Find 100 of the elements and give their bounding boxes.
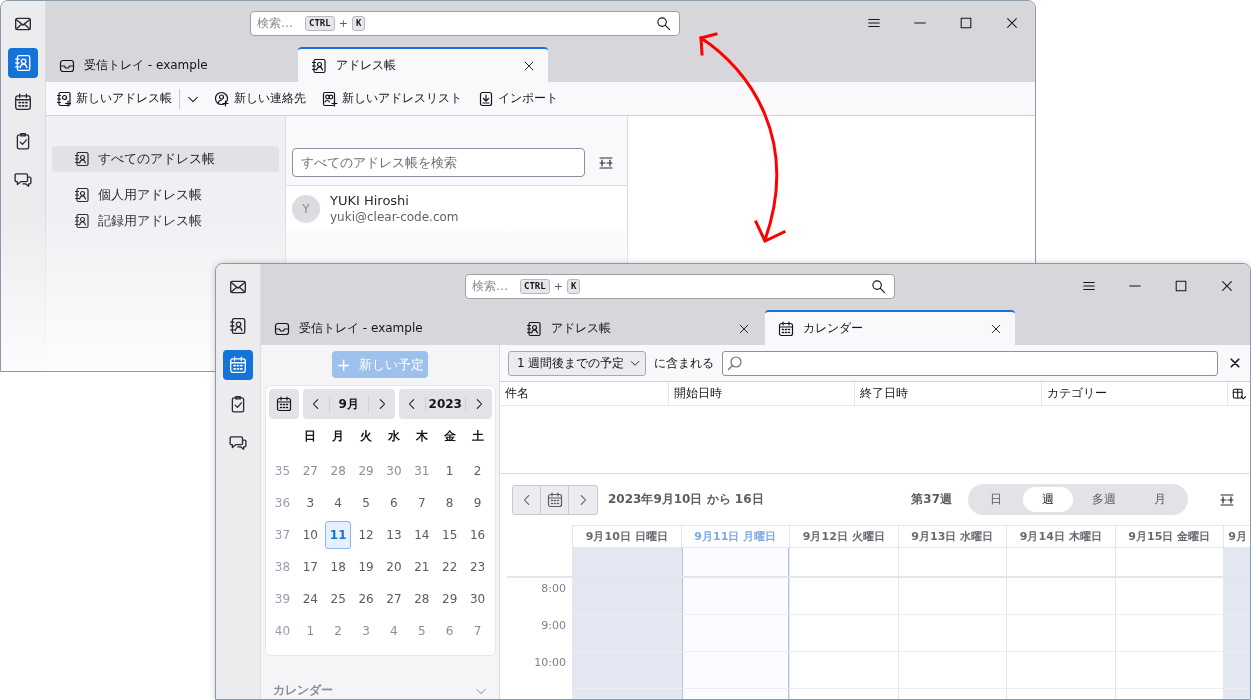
calendar-day[interactable]: 6 [381, 489, 407, 517]
day-header[interactable]: 9月14日 木曜日 [1007, 525, 1115, 547]
calendar-day[interactable]: 16 [464, 521, 491, 549]
keyboard-key: CTRL [520, 278, 550, 294]
contact-name: YUKI Hiroshi [330, 193, 410, 208]
address-book-icon [74, 187, 90, 203]
toolbar-button[interactable]: 新しい連絡先 [212, 85, 312, 112]
day-header[interactable]: 9月 [1224, 525, 1250, 547]
calendar-icon [14, 93, 32, 111]
contact-card[interactable]: Y YUKI Hiroshi yuki@clear-code.com [286, 186, 627, 231]
calendar-day[interactable]: 30 [464, 585, 491, 613]
filter-dropdown[interactable]: 1 週間後までの予定 [508, 350, 647, 376]
sliders-icon [598, 154, 614, 171]
plus-sign: + [553, 279, 563, 293]
calendar-day[interactable]: 10 [297, 521, 324, 549]
maximize-icon [959, 16, 973, 30]
calendar-day[interactable]: 20 [381, 553, 407, 581]
tab[interactable]: アドレス帳 [513, 310, 763, 345]
day-header[interactable]: 9月12日 火曜日 [790, 525, 898, 547]
time-label: 9:00 [541, 619, 566, 632]
calendar-day[interactable]: 9 [464, 489, 491, 517]
calendar-day[interactable]: 1 [436, 457, 463, 485]
address-book-icon [526, 320, 542, 337]
envelope-icon [229, 278, 247, 296]
calendar-day[interactable]: 2 [464, 457, 491, 485]
date-label: 2023 [425, 397, 466, 411]
calendar-day[interactable]: 11 [325, 521, 352, 549]
column-header[interactable]: 件名 [500, 382, 669, 405]
calendar-icon [778, 320, 794, 337]
envelope-icon [14, 15, 32, 33]
column-header[interactable]: 終了日時 [855, 382, 1042, 405]
calendar-day[interactable]: 21 [408, 553, 435, 581]
calendar-day[interactable]: 28 [408, 585, 435, 613]
filter-label: に含まれる [654, 354, 715, 372]
tab[interactable]: カレンダー [765, 310, 1015, 345]
search-field[interactable]: 検索… CTRL + K [250, 10, 680, 36]
tab[interactable]: 受信トレイ - example [261, 310, 511, 345]
import-icon [478, 90, 494, 107]
calendar-day[interactable]: 31 [408, 457, 435, 485]
toolbar-button[interactable]: 新しいアドレスリスト [320, 85, 468, 112]
search-icon [871, 278, 886, 294]
search-field[interactable] [722, 350, 1218, 376]
view-tab[interactable]: 多週 [1075, 487, 1133, 512]
close-icon [1005, 16, 1019, 30]
week-number: 40 [273, 623, 292, 640]
time-label: 8:00 [541, 582, 566, 595]
date-range-label: 2023年9月10日 から 16日 [608, 491, 764, 508]
toolbar-button[interactable]: 新しいアドレス帳 [54, 88, 180, 109]
calendar-day[interactable]: 5 [353, 489, 379, 517]
day-header[interactable]: 9月15日 金曜日 [1115, 525, 1223, 547]
close-icon [523, 59, 535, 72]
calendar-day[interactable]: 25 [325, 585, 352, 613]
calendar-day[interactable]: 15 [436, 521, 463, 549]
tab[interactable]: アドレス帳 [298, 47, 548, 82]
contact-email: yuki@clear-code.com [330, 210, 459, 224]
calendar-day[interactable]: 12 [353, 521, 379, 549]
view-tab[interactable]: 月 [1135, 487, 1185, 512]
keyboard-key: K [566, 278, 581, 294]
view-tab[interactable]: 週 [1023, 487, 1073, 512]
day-header[interactable]: 9月13日 水曜日 [898, 525, 1006, 547]
inbox-icon [59, 57, 75, 74]
address-book-item[interactable]: すべてのアドレス帳 [52, 146, 279, 172]
calendar-day[interactable]: 8 [436, 489, 463, 517]
calendar-day[interactable]: 26 [353, 585, 379, 613]
maximize-icon [1174, 279, 1188, 293]
address-book-plus-icon [56, 90, 72, 107]
search-field[interactable]: 検索… CTRL + K [465, 273, 895, 299]
toolbar-button[interactable]: インポート [476, 85, 564, 112]
week-number: 35 [273, 463, 292, 480]
calendar-day[interactable]: 22 [436, 553, 463, 581]
search-input[interactable]: 検索… [257, 16, 301, 30]
calendar-day[interactable]: 3 [297, 489, 324, 517]
keyboard-key: CTRL [305, 15, 335, 31]
column-header[interactable]: 開始日時 [668, 382, 856, 405]
calendar-day[interactable]: 14 [408, 521, 435, 549]
calendar-day[interactable]: 24 [297, 585, 324, 613]
column-header[interactable]: カテゴリー [1041, 382, 1229, 405]
close-icon [738, 322, 750, 335]
day-header[interactable]: 9月10日 日曜日 [573, 525, 681, 547]
calendar-day[interactable]: 7 [408, 489, 435, 517]
tab[interactable]: 受信トレイ - example [46, 47, 296, 82]
calendar-day[interactable]: 19 [353, 553, 379, 581]
calendar-day[interactable]: 17 [297, 553, 324, 581]
calendar-day[interactable]: 18 [325, 553, 352, 581]
address-book-icon [229, 317, 247, 335]
menu-icon [1082, 279, 1096, 293]
calendar-day[interactable]: 23 [464, 553, 491, 581]
calendar-day[interactable]: 27 [381, 585, 407, 613]
close-icon [990, 322, 1002, 335]
search-field[interactable]: すべてのアドレス帳を検索 [292, 148, 585, 177]
address-book-item[interactable]: 記録用アドレス帳 [52, 208, 279, 234]
calendar-day[interactable]: 29 [436, 585, 463, 613]
today-button[interactable] [268, 389, 299, 419]
close-icon [1229, 357, 1241, 369]
calendar-day[interactable]: 4 [325, 489, 352, 517]
calendar-day[interactable]: 13 [381, 521, 407, 549]
address-book-item[interactable]: 個人用アドレス帳 [52, 182, 279, 208]
weekday-label: 月 [331, 427, 346, 445]
search-input[interactable]: 検索… [472, 279, 516, 293]
view-tab[interactable]: 日 [971, 487, 1021, 512]
